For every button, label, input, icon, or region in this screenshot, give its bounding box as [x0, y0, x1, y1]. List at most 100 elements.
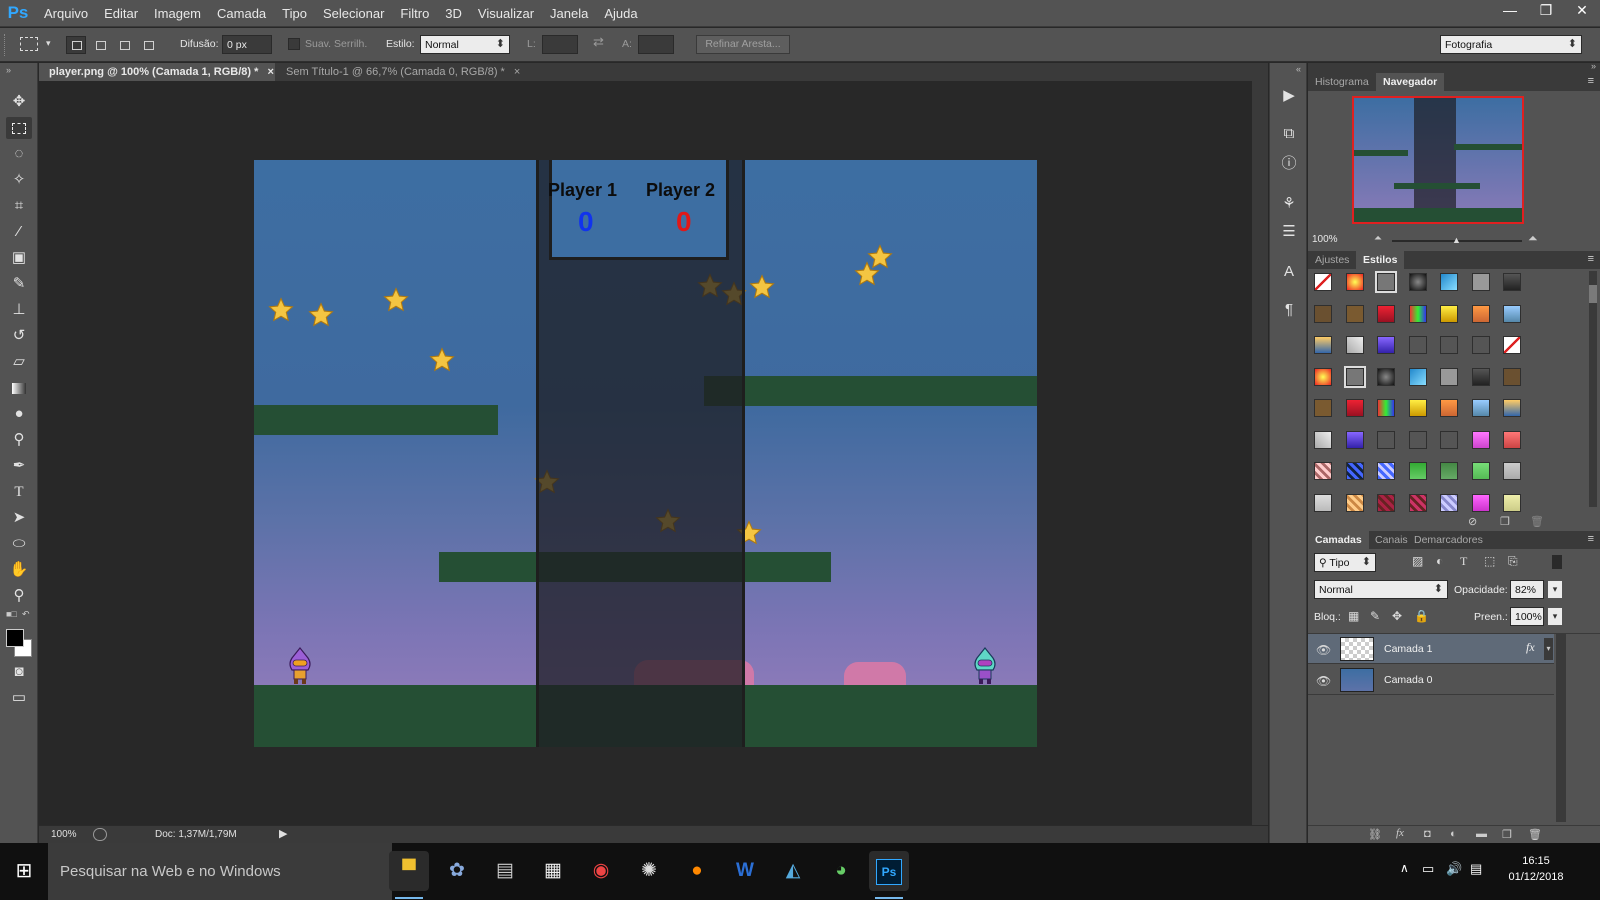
lock-pixels-icon[interactable]: ✎ [1370, 609, 1380, 623]
add-mask-icon[interactable]: ◘ [1424, 828, 1431, 840]
workspace-select[interactable]: Fotografia [1440, 35, 1582, 54]
blur-tool-icon[interactable]: ● [6, 403, 32, 425]
style-swatch[interactable] [1377, 336, 1395, 354]
panel-menu-icon[interactable]: ≡ [1588, 253, 1594, 265]
style-swatch[interactable] [1471, 336, 1490, 354]
delete-style-icon[interactable]: 🗑 [1530, 515, 1544, 528]
filter-pixel-icon[interactable]: ▨ [1412, 554, 1423, 568]
layer-fx-icon[interactable]: fx [1526, 640, 1535, 655]
tray-expand-icon[interactable]: ∧ [1400, 861, 1409, 875]
panel-menu-icon[interactable]: ≡ [1588, 75, 1594, 87]
style-swatch[interactable] [1503, 273, 1521, 291]
width-input[interactable] [542, 35, 578, 54]
style-swatch[interactable] [1440, 399, 1458, 417]
close-window-button[interactable]: ✕ [1564, 0, 1600, 20]
clear-style-icon[interactable]: ⊘ [1468, 515, 1477, 528]
style-swatch[interactable] [1408, 304, 1427, 323]
history-panel-icon[interactable]: ⧉ [1278, 123, 1300, 145]
style-swatch[interactable] [1503, 367, 1521, 386]
snipping-app-icon[interactable]: ◭ [773, 851, 813, 891]
filter-shape-icon[interactable]: ⬚ [1484, 554, 1495, 568]
info-panel-icon[interactable]: ⓘ [1278, 153, 1300, 175]
menu-ajuda[interactable]: Ajuda [596, 0, 645, 27]
style-swatch[interactable] [1503, 430, 1521, 449]
add-selection-button[interactable] [90, 36, 110, 54]
style-swatch[interactable] [1314, 462, 1332, 480]
layers-scrollbar[interactable] [1556, 634, 1566, 822]
style-swatch[interactable] [1471, 493, 1490, 512]
eraser-tool-icon[interactable]: ▱ [6, 351, 32, 373]
styles-scrollbar-thumb[interactable] [1589, 285, 1597, 303]
notifications-icon[interactable]: ▤ [1470, 861, 1482, 877]
hand-tool-icon[interactable]: ✋ [6, 559, 32, 581]
style-swatch[interactable] [1345, 304, 1364, 323]
style-swatch[interactable] [1314, 399, 1332, 417]
style-swatch[interactable] [1440, 430, 1458, 449]
file-explorer-icon[interactable]: ▀ [389, 851, 429, 899]
tab-demarcadores[interactable]: Demarcadores [1407, 531, 1490, 549]
menu-tipo[interactable]: Tipo [274, 0, 315, 27]
new-adjustment-icon[interactable]: ◐ [1450, 828, 1457, 840]
default-colors-icon[interactable]: ■□ [6, 609, 17, 619]
visibility-eye-icon[interactable]: 👁 [1316, 674, 1331, 688]
tab-navegador[interactable]: Navegador [1376, 73, 1445, 91]
style-swatch[interactable] [1314, 336, 1332, 354]
tab-histograma[interactable]: Histograma [1308, 73, 1376, 91]
menu-imagem[interactable]: Imagem [146, 0, 209, 27]
crop-tool-icon[interactable]: ⌗ [6, 195, 32, 217]
style-swatch[interactable] [1345, 336, 1364, 354]
aperture-app-icon[interactable]: ✺ [629, 851, 669, 891]
style-swatch[interactable] [1471, 399, 1490, 417]
network-icon[interactable]: ▭ [1422, 861, 1434, 877]
style-swatch[interactable] [1408, 462, 1427, 480]
style-swatch[interactable] [1314, 304, 1332, 323]
calculator-icon[interactable]: ▦ [533, 851, 573, 891]
zoom-level[interactable]: 100% [51, 829, 77, 840]
taskbar-clock[interactable]: 16:15 01/12/2018 [1496, 853, 1576, 885]
character-panel-icon[interactable]: A [1278, 261, 1300, 283]
brush-panel-icon[interactable]: ⚘ [1278, 193, 1300, 215]
tab-sem-titulo[interactable]: Sem Título-1 @ 66,7% (Camada 0, RGB/8) *… [276, 63, 521, 81]
style-swatch[interactable] [1345, 273, 1364, 291]
style-swatch[interactable] [1314, 493, 1332, 512]
style-swatch[interactable] [1408, 399, 1427, 417]
style-swatch[interactable] [1345, 462, 1364, 480]
collapse-panels-icon[interactable]: » [1591, 61, 1596, 71]
paint-icon[interactable]: ✿ [437, 851, 477, 891]
menu-filtro[interactable]: Filtro [392, 0, 437, 27]
new-group-icon[interactable]: ▬ [1476, 828, 1487, 840]
move-tool-icon[interactable]: ✥ [6, 91, 32, 113]
taskbar-search[interactable]: Pesquisar na Web e no Windows [48, 843, 392, 900]
fill-dropdown-icon[interactable]: ▾ [1548, 608, 1562, 625]
subtract-selection-button[interactable] [114, 36, 134, 54]
photoshop-taskbar-icon[interactable]: Ps [869, 851, 909, 899]
height-input[interactable] [638, 35, 674, 54]
brush-tool-icon[interactable]: ✎ [6, 273, 32, 295]
rect-marquee-tool-icon[interactable] [6, 117, 32, 139]
style-swatch[interactable] [1440, 304, 1458, 323]
antialias-checkbox[interactable] [288, 38, 300, 50]
magic-wand-tool-icon[interactable]: ✧ [6, 169, 32, 191]
swap-colors-icon[interactable]: ↶ [22, 609, 30, 620]
tab-estilos[interactable]: Estilos [1356, 251, 1405, 269]
feather-input[interactable]: 0 px [222, 35, 272, 54]
lock-position-icon[interactable]: ✥ [1392, 609, 1402, 623]
healing-brush-tool-icon[interactable]: ▣ [6, 247, 32, 269]
zoom-tool-icon[interactable]: ⚲ [6, 585, 32, 607]
refine-edge-button[interactable]: Refinar Aresta... [696, 35, 790, 54]
style-swatch[interactable] [1377, 462, 1395, 480]
minimize-button[interactable]: — [1492, 0, 1528, 20]
style-swatch[interactable] [1440, 336, 1458, 354]
menu-arquivo[interactable]: Arquivo [36, 0, 96, 27]
layer-row-camada-1[interactable]: 👁 Camada 1 fx ▾ [1308, 634, 1554, 664]
layer-row-camada-0[interactable]: 👁 Camada 0 [1308, 665, 1554, 695]
ellipse-tool-icon[interactable]: ⬭ [6, 533, 32, 555]
style-swatch[interactable] [1345, 493, 1364, 512]
menu-camada[interactable]: Camada [209, 0, 274, 27]
layer-filter-select[interactable]: ⚲ Tipo [1314, 553, 1376, 572]
add-style-icon[interactable]: fx [1396, 827, 1404, 839]
quick-mask-icon[interactable]: ◙ [6, 661, 32, 683]
navigator-thumbnail[interactable] [1352, 96, 1524, 224]
style-select[interactable]: Normal [420, 35, 510, 54]
style-swatch[interactable] [1503, 399, 1521, 417]
